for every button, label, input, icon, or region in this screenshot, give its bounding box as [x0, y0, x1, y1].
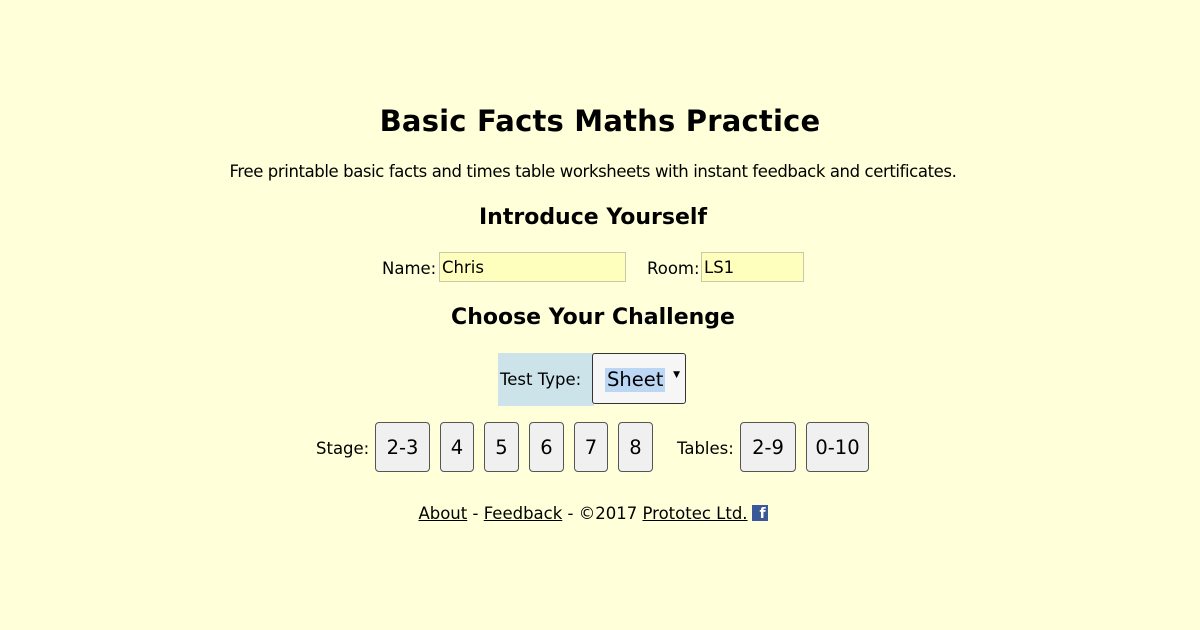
facebook-icon[interactable]: f	[751, 505, 768, 521]
test-type-select[interactable]: Sheet ▼	[592, 353, 686, 404]
name-input[interactable]	[439, 252, 626, 282]
tables-button-0-10[interactable]: 0-10	[806, 422, 869, 472]
feedback-link[interactable]: Feedback	[484, 504, 563, 523]
copyright-text: ©2017	[578, 504, 643, 523]
dropdown-arrow-icon: ▼	[673, 370, 680, 380]
stage-label: Stage:	[316, 439, 370, 458]
intro-form: Name: Room:	[0, 252, 1200, 284]
level-row: Stage: 2-3 4 5 6 7 8 Tables: 2-9 0-10	[0, 422, 1200, 474]
test-type-label: Test Type:	[500, 370, 582, 389]
test-type-selected-value: Sheet	[605, 368, 666, 392]
page-subtitle: Free printable basic facts and times tab…	[229, 162, 957, 181]
stage-button-7[interactable]: 7	[574, 422, 608, 472]
stage-button-5[interactable]: 5	[484, 422, 519, 472]
stage-button-2-3[interactable]: 2-3	[375, 422, 430, 472]
footer-separator: -	[467, 504, 484, 523]
company-link[interactable]: Prototec Ltd.	[642, 504, 747, 523]
about-link[interactable]: About	[418, 504, 467, 523]
stage-button-8[interactable]: 8	[618, 422, 653, 472]
test-type-label-box: Test Type:	[498, 353, 594, 406]
page: Basic Facts Maths Practice Free printabl…	[0, 0, 1200, 630]
page-title: Basic Facts Maths Practice	[379, 104, 821, 138]
room-input[interactable]	[701, 252, 804, 282]
introduce-yourself-heading: Introduce Yourself	[478, 205, 708, 230]
footer: About - Feedback - ©2017 Prototec Ltd. f	[0, 504, 1186, 523]
stage-button-4[interactable]: 4	[440, 422, 474, 472]
choose-challenge-heading: Choose Your Challenge	[451, 305, 735, 330]
footer-separator: -	[562, 504, 579, 523]
tables-label: Tables:	[677, 439, 734, 458]
stage-button-6[interactable]: 6	[529, 422, 564, 472]
tables-button-2-9[interactable]: 2-9	[740, 422, 796, 472]
room-label: Room:	[647, 259, 700, 278]
name-label: Name:	[382, 259, 437, 278]
